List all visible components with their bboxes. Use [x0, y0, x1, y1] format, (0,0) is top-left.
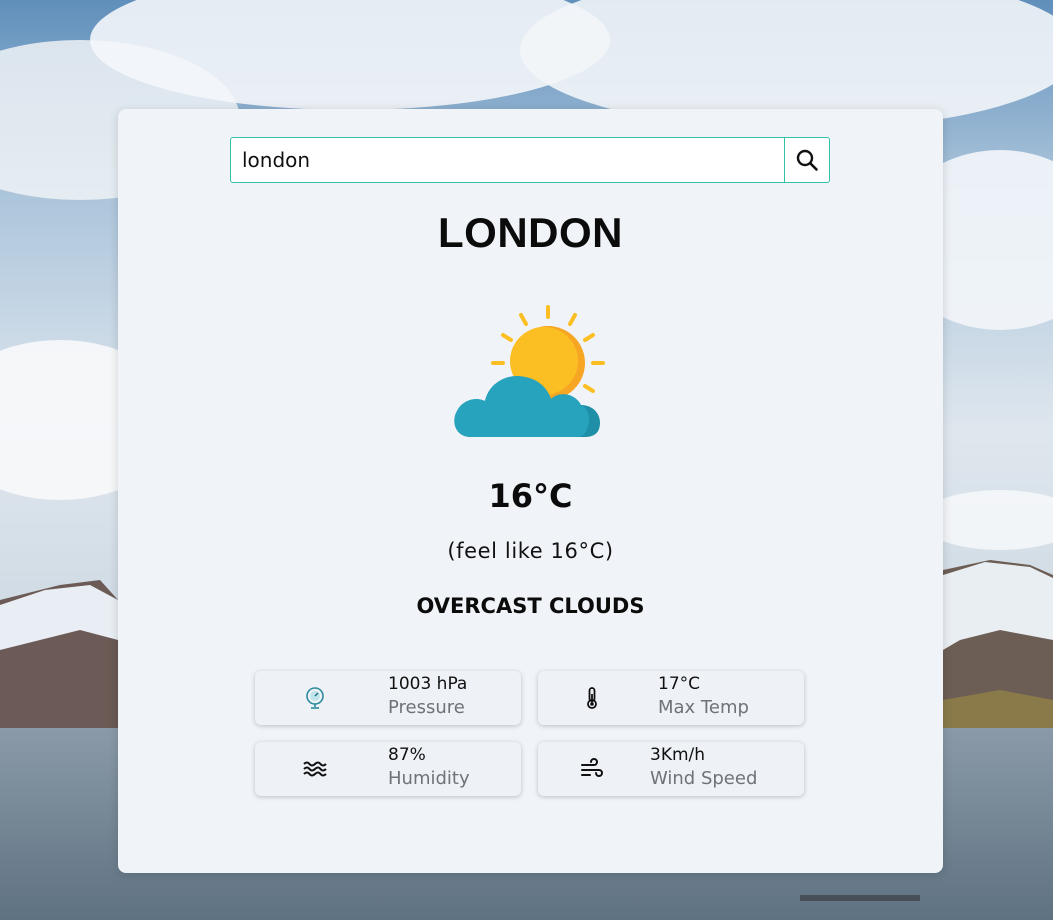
waves-icon — [303, 761, 327, 777]
max-temp-value: 17°C — [658, 674, 701, 694]
pressure-value: 1003 hPa — [388, 674, 468, 694]
wind-icon — [581, 758, 603, 777]
feels-like: (feel like 16°C) — [447, 539, 614, 563]
wind-label: Wind Speed — [650, 768, 758, 789]
humidity-label: Humidity — [388, 768, 470, 789]
city-name: LONDON — [438, 209, 623, 256]
stat-wind-speed: 3Km/h Wind Speed — [538, 742, 804, 796]
wind-value: 3Km/h — [650, 745, 706, 765]
temperature: 16°C — [488, 477, 573, 515]
max-temp-label: Max Temp — [658, 697, 749, 718]
stat-pressure: 1003 hPa Pressure — [255, 671, 521, 725]
partly-cloudy-sun-icon — [454, 305, 605, 437]
pressure-label: Pressure — [388, 697, 465, 718]
humidity-value: 87% — [388, 745, 426, 765]
thermometer-icon — [587, 687, 597, 709]
search-bar — [230, 137, 830, 183]
weather-card: LONDON 16°C (feel like 16°C) OVERCAST CL… — [118, 109, 943, 873]
search-icon — [796, 149, 818, 171]
search-button[interactable] — [784, 137, 830, 183]
stat-max-temp: 17°C Max Temp — [538, 671, 804, 725]
search-input[interactable] — [230, 137, 784, 183]
barometer-icon — [306, 687, 324, 709]
weather-description: OVERCAST CLOUDS — [416, 594, 645, 618]
stat-humidity: 87% Humidity — [255, 742, 521, 796]
